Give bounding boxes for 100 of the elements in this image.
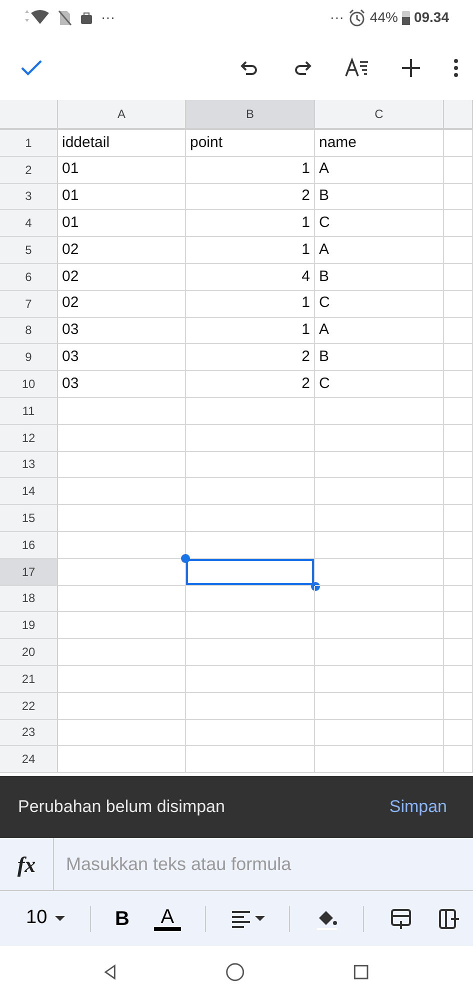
column-header[interactable]: A [58,100,186,130]
table-cell[interactable]: 02 [58,237,186,264]
table-cell[interactable] [315,639,444,666]
row-header[interactable]: 21 [0,666,58,693]
table-cell[interactable] [444,639,473,666]
row-header[interactable]: 11 [0,398,58,425]
row-header[interactable]: 9 [0,344,58,372]
table-cell[interactable] [186,720,315,746]
table-cell[interactable] [315,478,444,506]
table-cell[interactable] [315,452,444,478]
table-cell[interactable] [58,692,186,720]
table-cell[interactable] [186,746,315,774]
table-cell[interactable]: C [315,210,444,238]
table-cell[interactable]: B [315,264,444,291]
table-cell[interactable] [315,720,444,746]
table-cell[interactable] [186,639,315,666]
row-header[interactable]: 6 [0,264,58,291]
more-button[interactable] [453,58,459,76]
table-cell[interactable] [58,720,186,746]
table-cell[interactable] [58,746,186,774]
row-header[interactable]: 15 [0,505,58,532]
table-cell[interactable] [444,692,473,720]
font-size-dropdown[interactable]: 10 [26,904,66,933]
save-button[interactable]: Simpan [389,794,447,820]
table-cell[interactable] [58,666,186,693]
table-cell[interactable] [444,398,473,425]
table-cell[interactable] [315,746,444,774]
table-cell[interactable] [315,532,444,559]
table-cell[interactable] [444,532,473,559]
table-cell[interactable] [315,586,444,612]
table-cell[interactable] [315,558,444,586]
column-header[interactable]: C [315,100,444,130]
table-cell[interactable]: 02 [58,264,186,291]
column-header[interactable]: B [186,100,315,130]
table-cell[interactable]: 01 [58,210,186,238]
table-cell[interactable]: 03 [58,344,186,372]
selected-cell[interactable] [186,558,315,586]
text-color-button[interactable]: A [154,906,181,931]
bold-button[interactable]: B [115,904,130,934]
table-cell[interactable] [58,505,186,532]
table-cell[interactable] [186,478,315,506]
row-header[interactable]: 13 [0,452,58,478]
formula-bar[interactable]: fx Masukkan teks atau formula [0,838,473,892]
row-header[interactable]: 5 [0,237,58,264]
row-header[interactable]: 16 [0,532,58,559]
table-cell[interactable] [315,505,444,532]
table-cell[interactable]: A [315,156,444,184]
row-header[interactable]: 17 [0,558,58,586]
insert-column-button[interactable] [436,906,461,931]
table-cell[interactable] [58,424,186,452]
table-cell[interactable] [444,452,473,478]
table-cell[interactable] [58,398,186,425]
table-cell[interactable] [186,452,315,478]
selection-handle[interactable] [181,554,190,563]
row-header[interactable]: 10 [0,371,58,398]
table-cell[interactable]: 2 [186,371,315,398]
table-cell[interactable] [186,424,315,452]
table-cell[interactable] [444,612,473,640]
table-cell[interactable] [58,452,186,478]
table-cell[interactable] [58,586,186,612]
table-cell[interactable]: 4 [186,264,315,291]
table-cell[interactable] [315,612,444,640]
row-header[interactable]: 4 [0,210,58,238]
formula-input-field[interactable]: Masukkan teks atau formula [54,850,473,879]
row-header[interactable]: 19 [0,612,58,640]
table-cell[interactable]: C [315,290,444,318]
table-cell[interactable] [444,505,473,532]
table-cell[interactable]: A [315,318,444,344]
table-cell[interactable]: 1 [186,318,315,344]
table-cell[interactable]: 2 [186,344,315,372]
table-cell[interactable] [315,398,444,425]
table-cell[interactable] [444,210,473,238]
table-cell[interactable] [444,746,473,774]
table-cell[interactable]: 1 [186,210,315,238]
table-cell[interactable]: 03 [58,371,186,398]
table-cell[interactable] [444,290,473,318]
row-header[interactable]: 1 [0,130,58,157]
row-header[interactable]: 12 [0,424,58,452]
row-header[interactable]: 18 [0,586,58,612]
table-cell[interactable] [315,692,444,720]
table-cell[interactable]: 1 [186,290,315,318]
table-cell[interactable] [444,156,473,184]
table-cell[interactable] [444,344,473,372]
table-cell[interactable]: point [186,130,315,157]
table-cell[interactable] [58,612,186,640]
row-header[interactable]: 2 [0,156,58,184]
table-cell[interactable] [444,720,473,746]
table-cell[interactable]: C [315,371,444,398]
table-cell[interactable] [444,424,473,452]
table-cell[interactable] [186,505,315,532]
align-button[interactable] [230,908,265,929]
table-cell[interactable] [444,666,473,693]
row-header[interactable]: 14 [0,478,58,506]
table-cell[interactable] [186,586,315,612]
table-cell[interactable]: 1 [186,156,315,184]
table-cell[interactable] [186,612,315,640]
table-cell[interactable]: 03 [58,318,186,344]
table-cell[interactable]: 02 [58,290,186,318]
table-cell[interactable]: B [315,184,444,210]
table-cell[interactable] [444,371,473,398]
